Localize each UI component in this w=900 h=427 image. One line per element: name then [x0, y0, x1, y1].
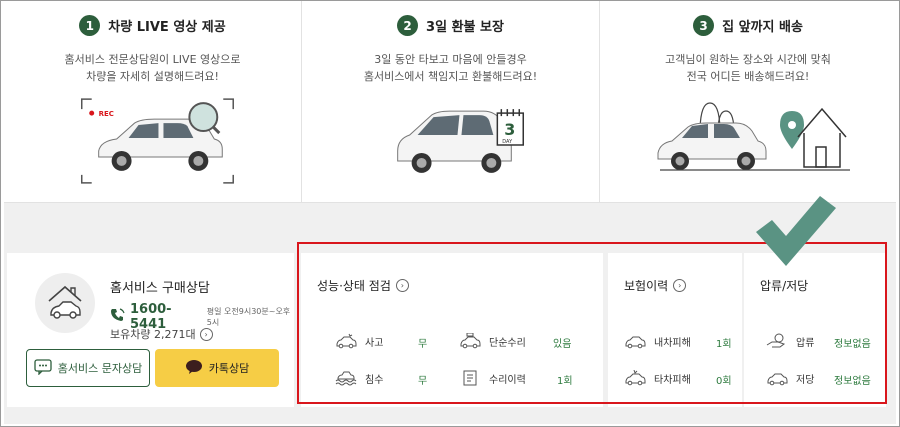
- insurance-value-other-damage: 0회: [716, 376, 732, 387]
- document-icon: [463, 370, 477, 386]
- lien-header: 압류/저당: [760, 277, 808, 294]
- home-car-icon: [35, 273, 95, 333]
- calendar-number: 3: [504, 120, 515, 139]
- feature-title: 차량 LIVE 영상 제공: [108, 20, 226, 35]
- feature-live-video: 1 차량 LIVE 영상 제공 홈서비스 전문상담원이 LIVE 영상으로 차량…: [4, 1, 302, 202]
- panel-title: 보험이력: [624, 279, 669, 293]
- inspection-value-flood: 무: [418, 376, 428, 387]
- lien-value-seizure: 정보없음: [834, 339, 871, 350]
- calendar-day-label: DAY: [502, 139, 513, 145]
- chevron-right-icon: ›: [673, 279, 687, 292]
- feature-description: 홈서비스 전문상담원이 LIVE 영상으로 차량을 자세히 설명해드려요!: [64, 53, 241, 83]
- sms-consult-button[interactable]: 홈서비스 문자상담: [26, 349, 150, 387]
- panel-title: 성능·상태 점검: [317, 279, 391, 293]
- chevron-right-icon: ›: [395, 279, 409, 292]
- lien-item-seizure: 압류: [766, 333, 814, 349]
- refund-car-calendar-illustration: 3 DAY: [397, 109, 525, 173]
- flood-icon: [335, 371, 357, 386]
- inspection-header-link[interactable]: 성능·상태 점검 ›: [317, 277, 409, 294]
- inspection-value-repair-history: 1회: [557, 376, 573, 387]
- insurance-header-link[interactable]: 보험이력 ›: [624, 277, 687, 294]
- lien-value-mortgage: 정보없음: [834, 376, 871, 387]
- insurance-value-own-damage: 1회: [716, 339, 732, 350]
- inspection-item-accident: 사고: [335, 333, 383, 349]
- car-collision-icon: [625, 370, 646, 386]
- step-number-badge: 2: [397, 15, 419, 36]
- feature-row: 1 차량 LIVE 영상 제공 홈서비스 전문상담원이 LIVE 영상으로 차량…: [4, 1, 896, 203]
- kakao-consult-button[interactable]: 카톡상담: [155, 349, 279, 387]
- chevron-right-icon: ›: [199, 327, 213, 341]
- insurance-history-panel: 보험이력 › 내차피해 1회 타차피해 0회: [608, 253, 742, 407]
- consult-title: 홈서비스 구매상담: [110, 281, 210, 296]
- phone-icon: [110, 307, 126, 327]
- inspection-value-simple-repair: 있음: [553, 339, 572, 350]
- panel-title: 압류/저당: [760, 279, 809, 293]
- sms-consult-label: 홈서비스 문자상담: [57, 362, 143, 375]
- kakao-consult-label: 카톡상담: [208, 362, 250, 375]
- inspection-item-flood: 침수: [335, 370, 383, 386]
- car-mortgage-icon: [767, 373, 788, 386]
- car-repair-icon: [460, 333, 481, 349]
- feature-title: 3일 환불 보장: [426, 20, 504, 35]
- step-number-badge: 3: [693, 15, 715, 36]
- home-delivery-illustration: [657, 102, 850, 171]
- feature-description: 고객님이 원하는 장소와 시간에 맞춰 전국 어디든 배송해드려요!: [665, 53, 831, 83]
- inspection-item-repair-history: 수리이력: [459, 370, 526, 386]
- purchase-consult-card: 홈서비스 구매상담 1600-5441 평일 오전9시30분~오후5시 보유차량…: [7, 253, 294, 407]
- stock-count: 보유차량 2,271대: [110, 328, 196, 341]
- car-accident-icon: [336, 333, 357, 349]
- inspection-value-accident: 무: [418, 339, 428, 350]
- inspection-panel: 성능·상태 점검 › 사고 무 단순수리 있음 침수 무 수리이력 1회: [301, 253, 603, 407]
- hand-coin-icon: [766, 333, 786, 348]
- lien-mortgage-panel: 압류/저당 압류 정보없음 저당 정보없음: [744, 253, 886, 407]
- live-video-car-illustration: REC: [80, 98, 234, 184]
- kakao-talk-icon: [185, 359, 203, 378]
- feature-delivery: 3 집 앞까지 배송 고객님이 원하는 장소와 시간에 맞춰 전국 어디든 배송…: [600, 1, 896, 202]
- stock-count-link[interactable]: 보유차량 2,271대 ›: [110, 326, 213, 342]
- lien-item-mortgage: 저당: [766, 370, 814, 386]
- insurance-item-own-damage: 내차피해: [624, 333, 691, 349]
- feature-description: 3일 동안 타보고 마음에 안들경우 홈서비스에서 책임지고 환불해드려요!: [363, 53, 538, 83]
- feature-refund: 2 3일 환불 보장 3일 동안 타보고 마음에 안들경우 홈서비스에서 책임지…: [302, 1, 600, 202]
- business-hours: 평일 오전9시30분~오후5시: [206, 307, 291, 327]
- rec-label: REC: [99, 110, 114, 118]
- car-damage-icon: [625, 336, 646, 349]
- insurance-item-other-damage: 타차피해: [624, 370, 691, 386]
- inspection-item-simple-repair: 단순수리: [459, 333, 526, 349]
- chat-bubble-icon: [34, 358, 52, 378]
- checkmark-icon: [756, 196, 836, 266]
- step-number-badge: 1: [79, 15, 101, 36]
- feature-title: 집 앞까지 배송: [722, 20, 803, 35]
